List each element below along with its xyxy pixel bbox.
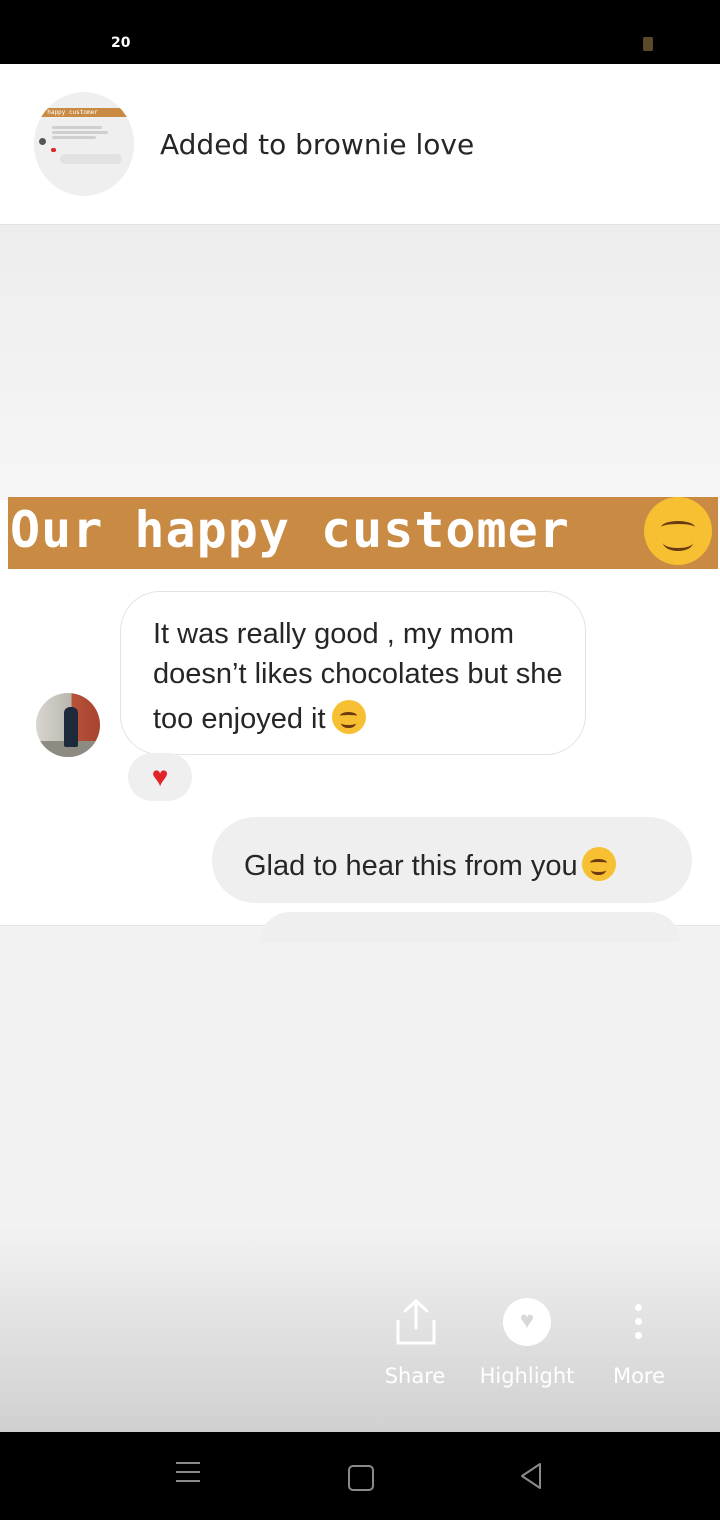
customer-avatar [36, 693, 100, 757]
next-message-bubble [260, 912, 680, 942]
added-to-highlight-toast[interactable]: r happy customer Added to brownie love [0, 64, 720, 225]
received-message-bubble: It was really good , my mom doesn’t like… [120, 591, 586, 755]
more-label: More [612, 1364, 666, 1388]
thumbnail-banner: r happy customer [40, 108, 130, 117]
share-label: Share [384, 1364, 446, 1388]
thumbnail-heart-icon [51, 148, 56, 152]
heart-icon: ♥ [503, 1298, 551, 1346]
sent-message-bubble: Glad to hear this from you [212, 817, 692, 903]
toast-title: Added to brownie love [160, 128, 475, 161]
screenshot-card: Our happy customer It was really good , … [0, 497, 720, 942]
recent-apps-icon[interactable] [176, 1462, 200, 1482]
highlight-thumbnail[interactable]: r happy customer [34, 92, 134, 196]
highlight-label: Highlight [479, 1364, 575, 1388]
banner-text: Our happy customer [10, 501, 570, 559]
more-vertical-icon [635, 1304, 643, 1340]
status-bar: 20 [0, 0, 720, 64]
back-icon[interactable] [518, 1461, 544, 1491]
battery-icon [643, 37, 653, 51]
system-nav-bar [0, 1432, 720, 1520]
smiling-face-emoji-icon [644, 497, 712, 565]
story-background [0, 225, 720, 500]
thumbnail-reply-bubble [60, 154, 122, 164]
happy-customer-banner: Our happy customer [8, 497, 718, 569]
share-icon [396, 1299, 436, 1345]
story-actions: Share ♥ Highlight More [0, 1292, 720, 1412]
smiling-face-emoji-icon [581, 847, 616, 881]
sent-message-text: Glad to hear this from you [244, 850, 578, 882]
heart-reaction-icon: ♥ [128, 753, 192, 801]
story-viewer[interactable]: Our happy customer It was really good , … [0, 225, 720, 1432]
home-icon[interactable] [348, 1465, 374, 1491]
thumbnail-avatar [39, 138, 46, 145]
status-time: 20 [111, 35, 131, 51]
smiling-face-emoji-icon [331, 700, 366, 734]
